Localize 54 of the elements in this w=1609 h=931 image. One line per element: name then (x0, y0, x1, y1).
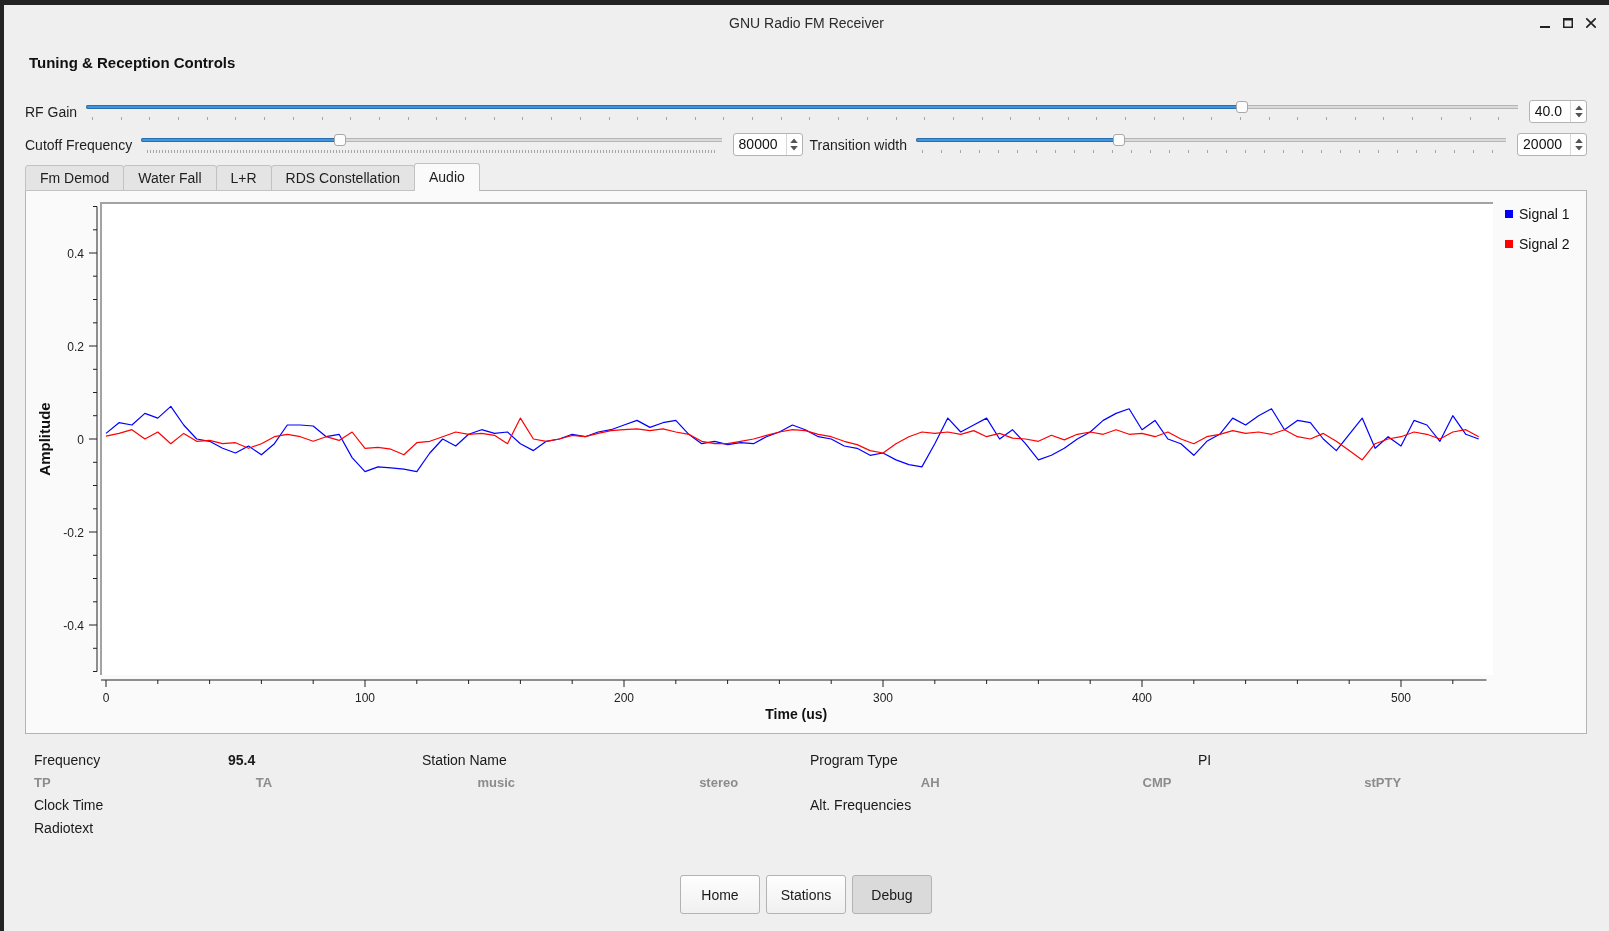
nav-button[interactable]: Stations (766, 875, 846, 914)
field-value: 95.4 (228, 751, 256, 770)
field-label: Alt. Frequencies (810, 796, 912, 815)
axis-tick-label: 500 (1391, 691, 1412, 705)
field-label: PI (1198, 751, 1212, 770)
axis-tick-label: 0.2 (67, 339, 84, 354)
rds-flag-label: CMP (1142, 773, 1172, 792)
field-label: Frequency (34, 751, 101, 770)
axis-tick-label: 400 (1132, 691, 1153, 705)
tab[interactable]: RDS Constellation (270, 165, 415, 191)
window-title: GNU Radio FM Receiver (729, 14, 884, 31)
stepper-arrows-icon[interactable] (1574, 105, 1583, 118)
tab[interactable]: Water Fall (123, 165, 217, 191)
rds-flag-label: TA (255, 773, 273, 792)
slider-label: Transition width (809, 136, 908, 153)
rds-flag-label: stPTY (1364, 773, 1402, 792)
slider-handle[interactable] (1236, 101, 1248, 113)
maximize-button[interactable] (1563, 17, 1573, 28)
rds-flag-label: AH (920, 773, 940, 792)
axis-tick-label: -0.2 (63, 525, 84, 540)
axis-tick-label: 0 (102, 691, 110, 705)
slider-label: RF Gain (25, 103, 78, 120)
field-label: Clock Time (34, 796, 104, 815)
axis-title: Time (us) (765, 706, 828, 722)
nav-button[interactable]: Home (680, 875, 760, 914)
slider-handle[interactable] (334, 134, 347, 146)
legend-label: Signal 1 (1519, 206, 1570, 222)
axis-tick-label: -0.4 (63, 618, 84, 633)
spin-box[interactable]: 80000 (732, 133, 803, 156)
spin-box[interactable]: 40.0 (1528, 100, 1587, 123)
rds-flag-label: music (477, 773, 515, 792)
slider-handle[interactable] (1112, 134, 1125, 146)
axis-title: Amplitude (36, 402, 53, 476)
rds-flag-label: TP (34, 773, 51, 792)
rds-flag-label: stereo (699, 773, 739, 792)
section-heading: Tuning & Reception Controls (29, 53, 236, 73)
close-button[interactable] (1586, 17, 1596, 28)
slider-label: Cutoff Frequency (25, 136, 133, 153)
axis-tick-label: 0 (77, 432, 84, 447)
axis-tick-label: 200 (614, 691, 635, 705)
field-label: Program Type (810, 751, 898, 770)
axis-tick-label: 300 (873, 691, 894, 705)
axis-tick-label: 100 (355, 691, 375, 705)
axis-tick-label: 0.4 (67, 246, 84, 261)
tab[interactable]: L+R (215, 165, 272, 191)
stepper-arrows-icon[interactable] (790, 138, 798, 151)
field-label: Radiotext (34, 818, 94, 838)
nav-button[interactable]: Debug (852, 875, 932, 914)
spin-box[interactable]: 20000 (1517, 133, 1587, 156)
legend-label: Signal 2 (1519, 236, 1570, 252)
tab[interactable]: Fm Demod (25, 165, 125, 191)
field-label: Station Name (422, 751, 507, 770)
tab[interactable]: Audio (414, 163, 480, 191)
stepper-arrows-icon[interactable] (1574, 138, 1583, 151)
